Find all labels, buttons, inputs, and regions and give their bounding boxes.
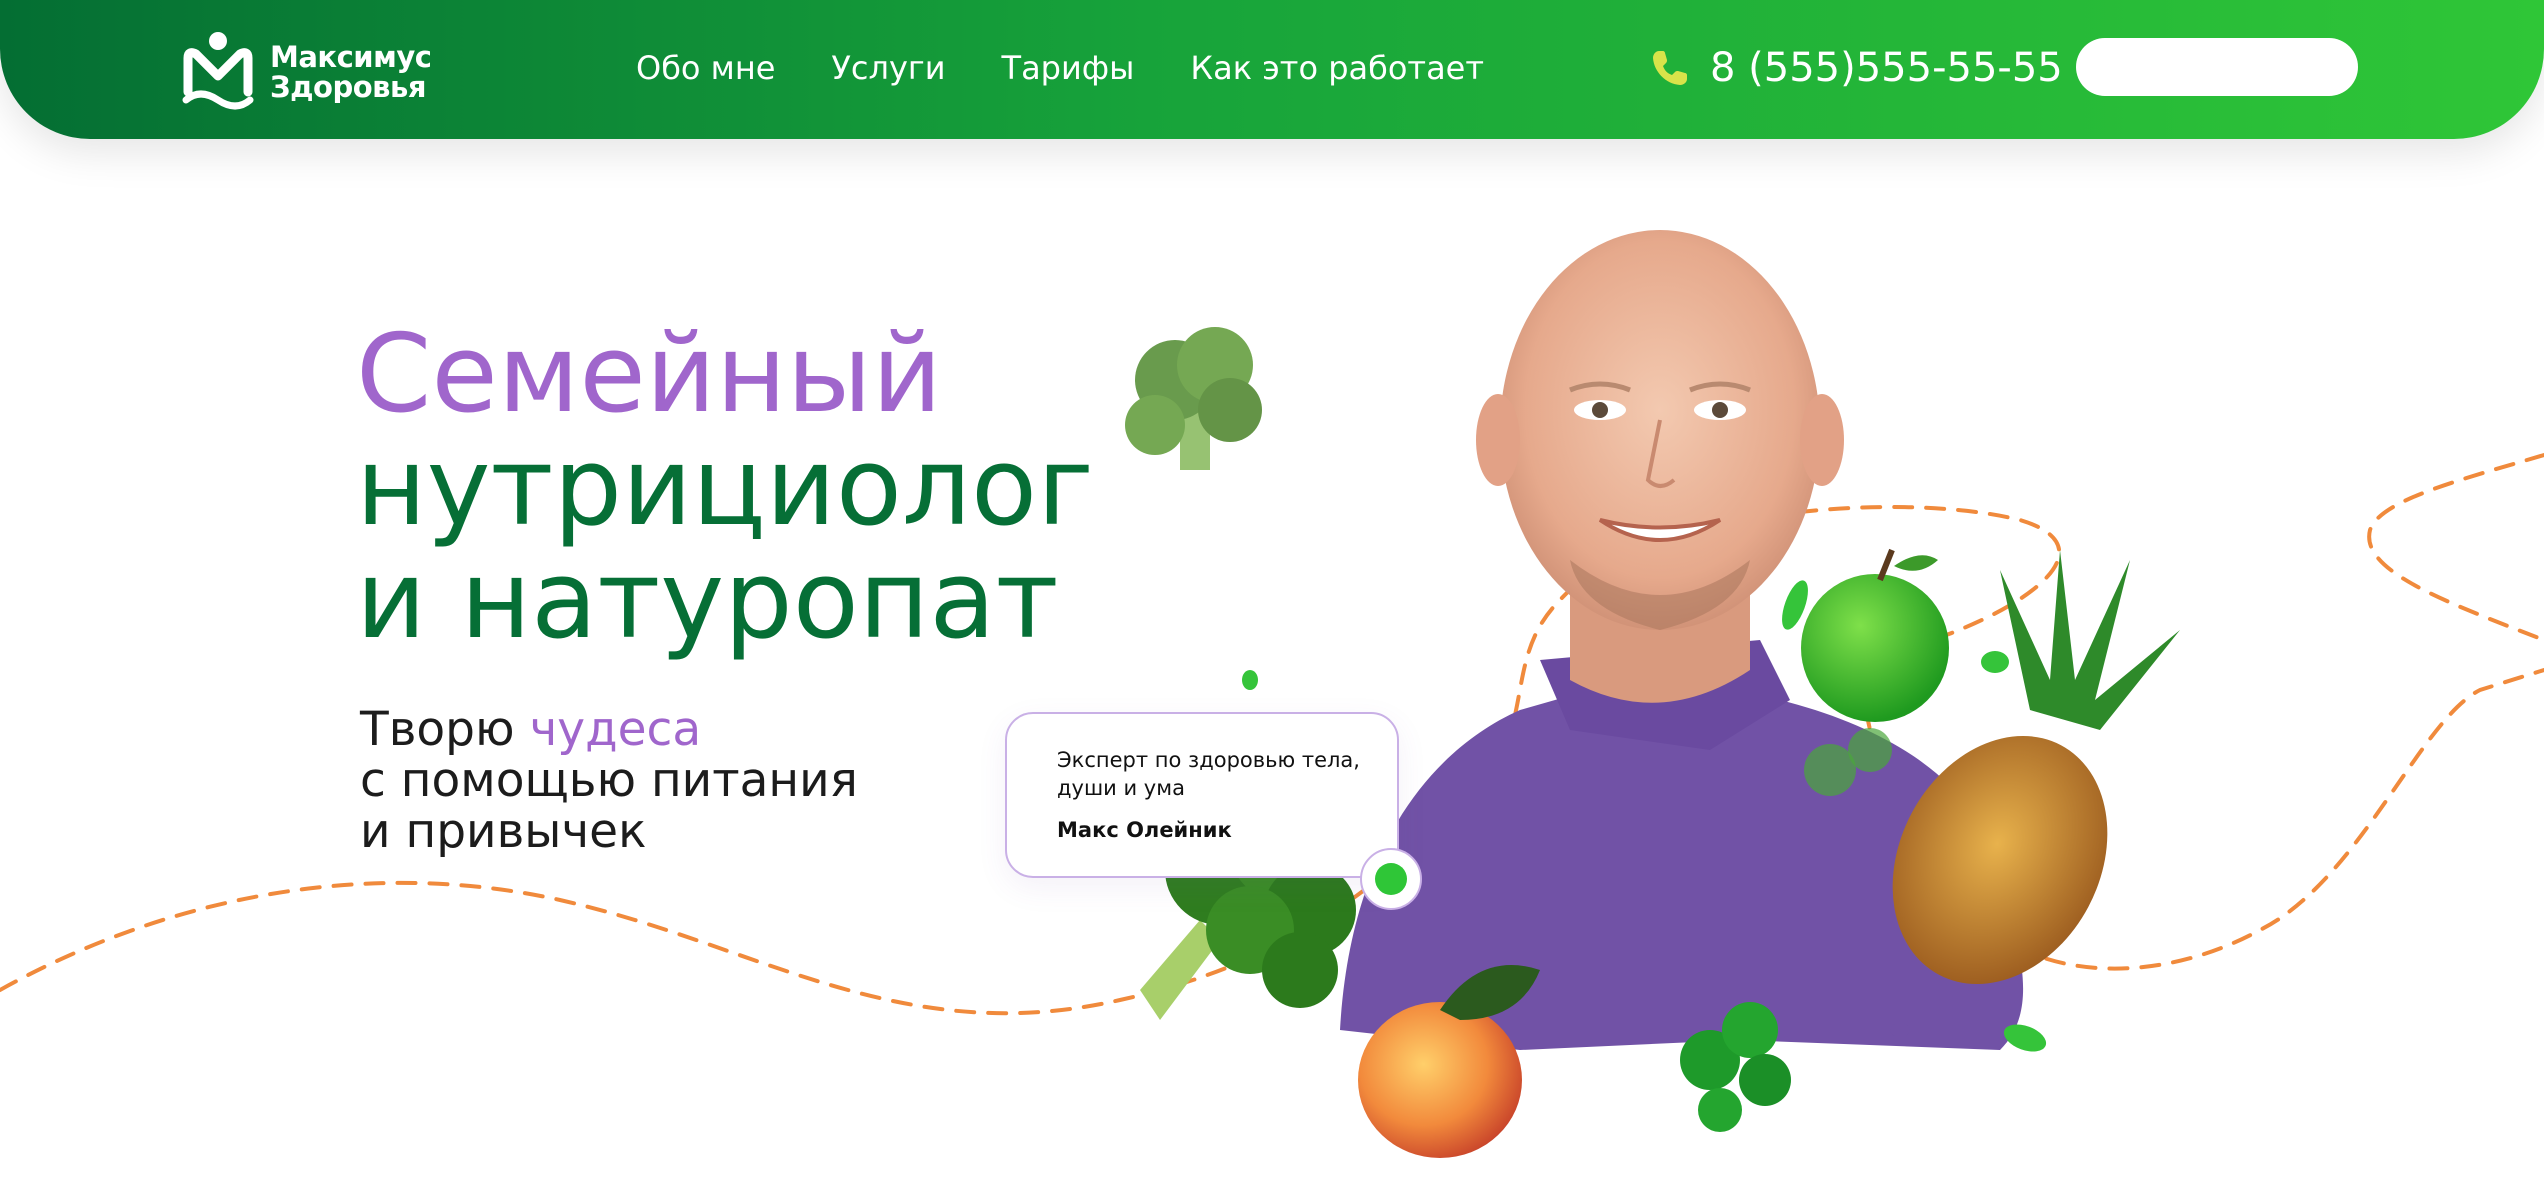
main-nav: Обо мне Услуги Тарифы Как это работает: [636, 46, 1484, 90]
phone-contact[interactable]: 8 (555)555-55-55: [1650, 40, 2063, 96]
green-apple: [1801, 548, 1949, 722]
hero-subtitle-accent: чудеса: [529, 702, 702, 757]
nav-item-pricing[interactable]: Тарифы: [1002, 46, 1135, 90]
header-input-field[interactable]: [2076, 38, 2358, 96]
quote-author: Макс Олейник: [1057, 818, 1232, 842]
brand-name-line1: Максимус: [270, 40, 432, 74]
quote-text: Эксперт по здоровью тела, души и ума: [1057, 748, 1360, 800]
quote-indicator-dot: [1360, 848, 1422, 910]
portrait-head: [1476, 230, 1844, 630]
expert-quote-card: Эксперт по здоровью тела, души и ума Мак…: [1005, 712, 1399, 878]
nav-item-about[interactable]: Обо мне: [636, 46, 775, 90]
hero-subtitle-line3: и привычек: [360, 804, 647, 859]
leaf-drop-5: [1890, 1023, 1910, 1037]
brand-name-line2: Здоровья: [270, 70, 426, 104]
nav-item-services[interactable]: Услуги: [831, 46, 945, 90]
leaf-drop-3: [1981, 651, 2009, 673]
phone-icon: [1653, 51, 1687, 85]
broccoli-top: [1125, 327, 1262, 470]
leaf-drop-1: [1242, 670, 1258, 690]
hero-subtitle: Творю чудеса с помощью питания и привыче…: [360, 704, 1060, 857]
phone-number[interactable]: 8 (555)555-55-55: [1710, 45, 2063, 91]
nav-item-how-it-works[interactable]: Как это работает: [1190, 46, 1484, 90]
hero-subtitle-prefix: Творю: [360, 702, 530, 757]
m-person-logo-icon: [182, 32, 254, 110]
hero-portrait-illustration: [1125, 230, 2180, 1158]
hero-subtitle-line1: Творю чудеса: [360, 704, 1060, 755]
brand-name: Максимус Здоровья: [270, 40, 432, 104]
brand-logo[interactable]: Максимус Здоровья: [182, 30, 442, 110]
site-header: Максимус Здоровья Обо мне Услуги Тарифы …: [0, 0, 2544, 139]
hero-subtitle-line2: с помощью питания: [360, 753, 858, 808]
